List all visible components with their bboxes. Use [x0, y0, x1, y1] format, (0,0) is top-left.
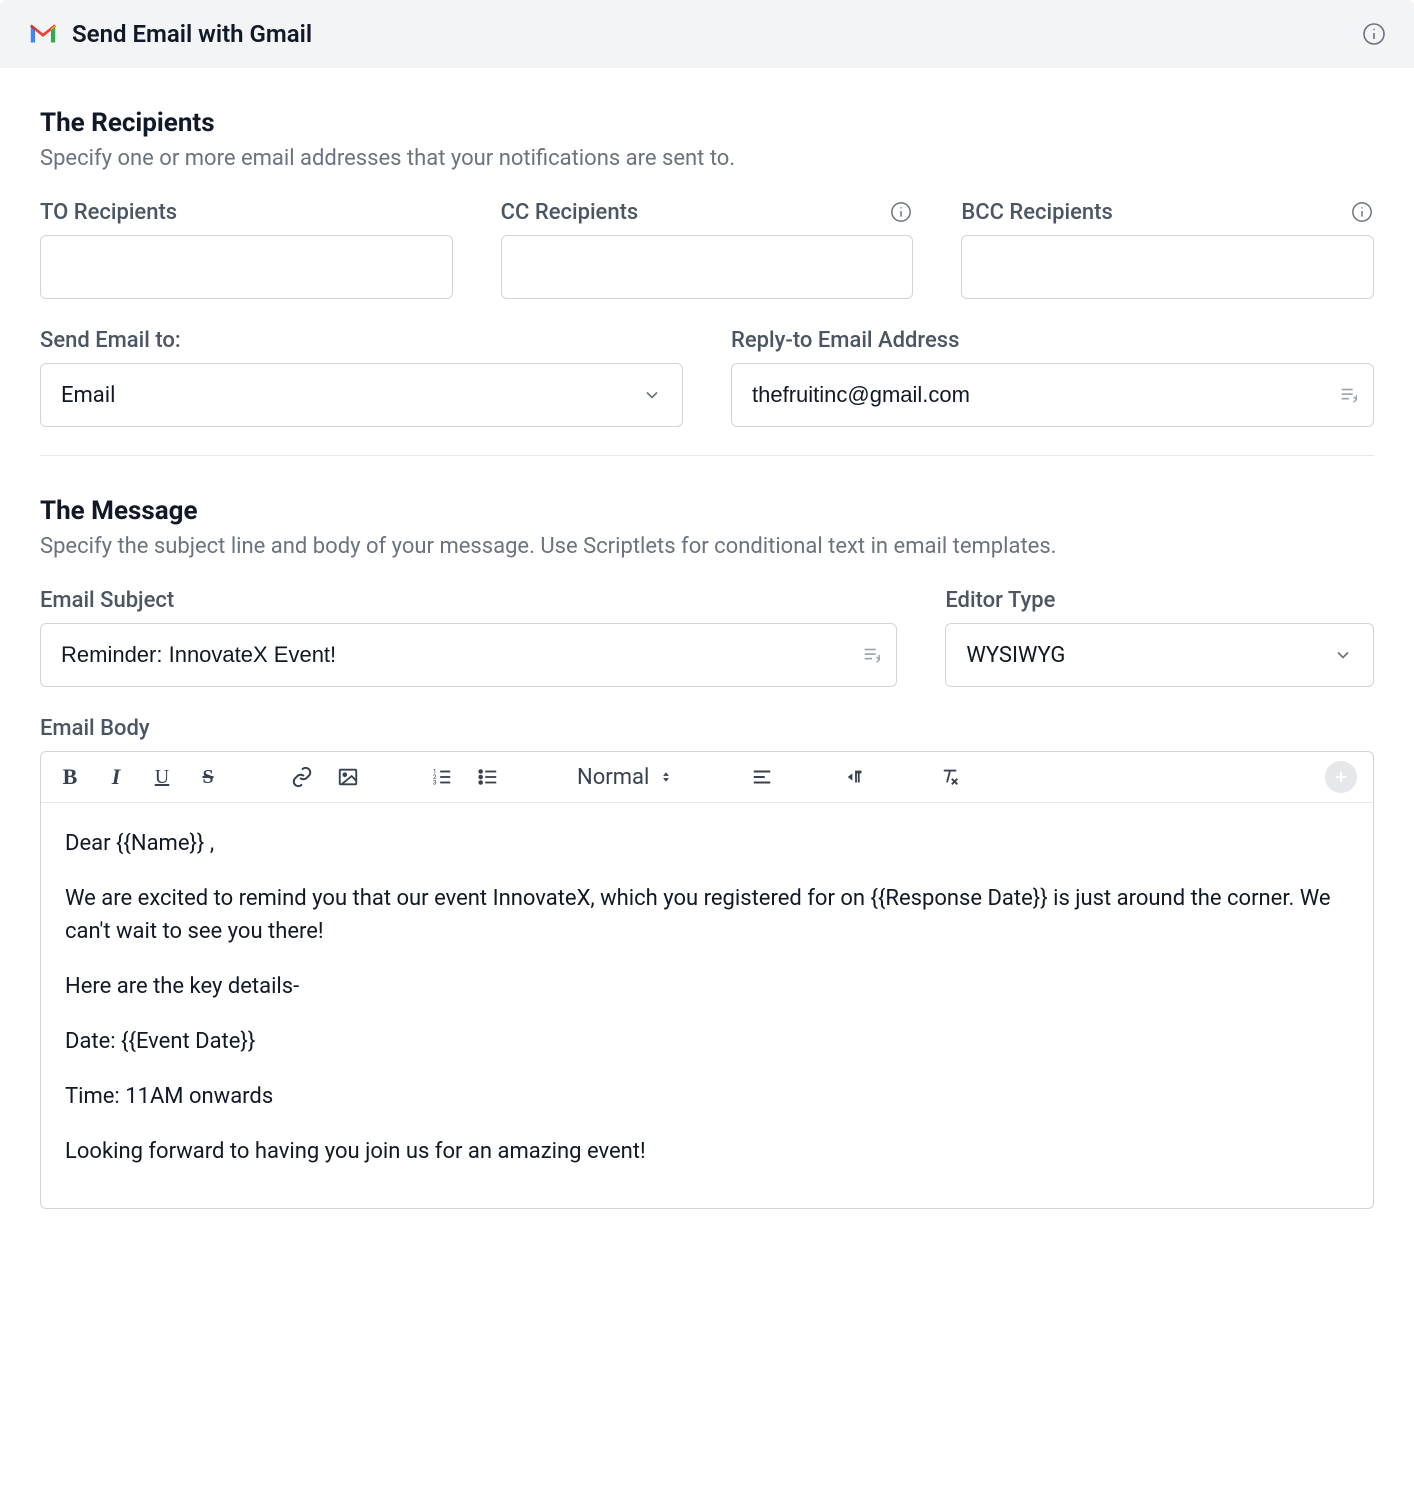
clear-formatting-button[interactable] [937, 764, 963, 790]
text-direction-button[interactable] [843, 764, 869, 790]
ordered-list-button[interactable]: 123 [429, 764, 455, 790]
bold-button[interactable]: B [57, 764, 83, 790]
body-line: Time: 11AM onwards [65, 1080, 1349, 1113]
info-icon[interactable] [1362, 22, 1386, 46]
reply-to-input[interactable] [731, 363, 1374, 427]
svg-text:3: 3 [433, 778, 437, 786]
editor-type-value: WYSIWYG [966, 643, 1065, 668]
align-button[interactable] [749, 764, 775, 790]
sort-icon [659, 768, 673, 786]
recipients-section-desc: Specify one or more email addresses that… [40, 146, 1374, 171]
email-subject-label: Email Subject [40, 588, 174, 613]
body-line: We are excited to remind you that our ev… [65, 882, 1349, 948]
bcc-recipients-input[interactable] [961, 235, 1374, 299]
editor-type-select[interactable]: WYSIWYG [945, 623, 1374, 687]
info-icon[interactable] [889, 200, 913, 224]
email-subject-input[interactable] [40, 623, 897, 687]
rich-text-editor: B I U S 123 [40, 751, 1374, 1209]
reply-to-label: Reply-to Email Address [731, 328, 959, 353]
info-icon[interactable] [1350, 200, 1374, 224]
paragraph-format-value: Normal [577, 765, 649, 790]
body-line: Here are the key details- [65, 970, 1349, 1003]
body-line: Date: {{Event Date}} [65, 1025, 1349, 1058]
link-button[interactable] [289, 764, 315, 790]
panel-title: Send Email with Gmail [72, 20, 312, 48]
bcc-recipients-label: BCC Recipients [961, 200, 1112, 225]
image-button[interactable] [335, 764, 361, 790]
send-email-to-select[interactable]: Email [40, 363, 683, 427]
message-section-title: The Message [40, 496, 1374, 526]
send-email-to-value: Email [61, 383, 115, 408]
panel-header: Send Email with Gmail [0, 0, 1414, 68]
unordered-list-button[interactable] [475, 764, 501, 790]
italic-button[interactable]: I [103, 764, 129, 790]
underline-button[interactable]: U [149, 764, 175, 790]
send-email-to-label: Send Email to: [40, 328, 181, 353]
email-body-label: Email Body [40, 716, 150, 741]
email-body-editor[interactable]: Dear {{Name}} , We are excited to remind… [41, 803, 1373, 1208]
body-line: Dear {{Name}} , [65, 827, 1349, 860]
gmail-logo-icon [28, 23, 58, 45]
editor-type-label: Editor Type [945, 588, 1055, 613]
to-recipients-label: TO Recipients [40, 200, 177, 225]
recipients-section-title: The Recipients [40, 108, 1374, 138]
add-button[interactable] [1325, 761, 1357, 793]
chevron-down-icon [1333, 645, 1353, 665]
body-line: Looking forward to having you join us fo… [65, 1135, 1349, 1168]
message-section-desc: Specify the subject line and body of you… [40, 534, 1374, 559]
paragraph-format-select[interactable]: Normal [569, 765, 681, 790]
insert-variable-icon[interactable] [1338, 384, 1360, 406]
to-recipients-input[interactable] [40, 235, 453, 299]
strikethrough-button[interactable]: S [195, 764, 221, 790]
cc-recipients-input[interactable] [501, 235, 914, 299]
cc-recipients-label: CC Recipients [501, 200, 639, 225]
chevron-down-icon [642, 385, 662, 405]
section-divider [40, 455, 1374, 456]
editor-toolbar: B I U S 123 [41, 752, 1373, 803]
insert-variable-icon[interactable] [861, 644, 883, 666]
